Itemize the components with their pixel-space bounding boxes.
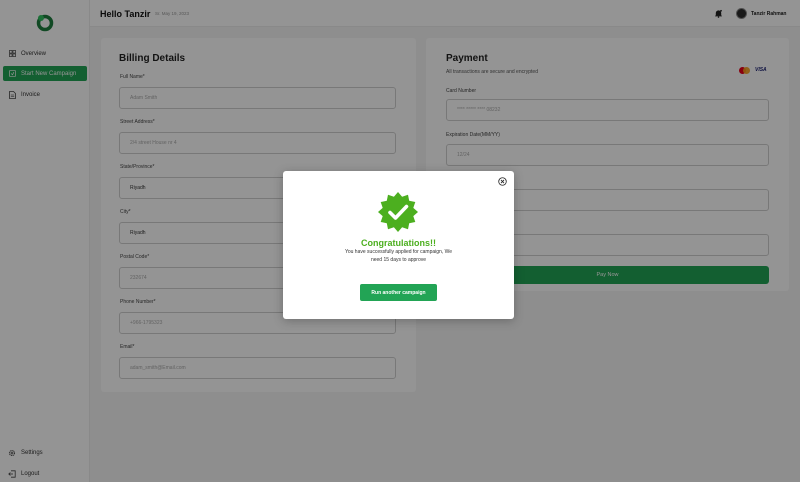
modal-title: Congratulations!! [361, 238, 436, 248]
success-modal: Congratulations!! You have successfully … [283, 171, 514, 319]
close-icon[interactable] [498, 177, 507, 186]
modal-message: You have successfully applied for campai… [344, 249, 452, 263]
run-another-campaign-button[interactable]: Run another campaign [360, 284, 437, 301]
verified-badge-icon [378, 192, 418, 232]
